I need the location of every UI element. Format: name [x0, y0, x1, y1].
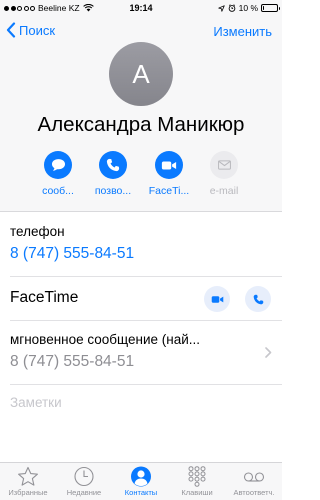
facetime-action-button[interactable]: FaceTi... [141, 151, 197, 197]
contact-header: Beeline KZ 19:14 10 % Поиск Изменить A А… [0, 0, 282, 212]
status-right: 10 % [217, 3, 280, 13]
video-icon [161, 161, 177, 169]
back-button[interactable]: Поиск [6, 22, 55, 38]
battery-percent: 10 % [238, 3, 258, 13]
back-label: Поиск [19, 22, 56, 38]
facetime-video-button[interactable] [204, 286, 230, 312]
contact-name: Александра Маникюр [37, 113, 245, 136]
phone-label: телефон [10, 224, 65, 239]
notes-row[interactable]: Заметки [0, 385, 282, 455]
tab-voicemail[interactable]: Автоответч. [226, 466, 282, 497]
tab-contacts-label: Контакты [124, 488, 158, 497]
clock-icon [74, 466, 94, 487]
chevron-left-icon [6, 22, 16, 38]
edit-button[interactable]: Изменить [213, 24, 272, 39]
tab-contacts[interactable]: Контакты [113, 466, 169, 497]
keypad-icon [188, 466, 206, 487]
email-button-label: e-mail [209, 185, 239, 197]
chevron-right-icon [265, 347, 272, 358]
tab-favorites-label: Избранные [8, 488, 48, 497]
phone-number[interactable]: 8 (747) 555-84-51 [10, 245, 134, 263]
message-button[interactable]: сооб... [30, 151, 86, 197]
video-icon [211, 295, 223, 303]
voicemail-icon [243, 472, 265, 482]
tab-recents[interactable]: Недавние [56, 466, 112, 497]
alarm-icon [228, 4, 235, 12]
message-button-label: сооб... [42, 185, 74, 197]
tab-keypad[interactable]: Клавиши [169, 466, 225, 497]
action-buttons: сооб... позво... FaceTi... e-mail [0, 151, 282, 207]
call-button-label: позво... [94, 185, 132, 197]
phone-icon [106, 158, 120, 172]
tab-voicemail-label: Автоответч. [233, 488, 275, 497]
facetime-label: FaceTime [10, 289, 79, 306]
notes-field[interactable]: Заметки [10, 395, 62, 410]
instant-message-value: 8 (747) 555-84-51 [10, 353, 135, 370]
tab-recents-label: Недавние [66, 488, 102, 497]
tab-keypad-label: Клавиши [181, 488, 213, 497]
instant-message-label: мгновенное сообщение (най... [10, 332, 200, 347]
person-icon [131, 466, 151, 487]
facetime-action-label: FaceTi... [148, 185, 190, 197]
navigation-bar: Поиск Изменить [0, 20, 282, 44]
battery-level [263, 6, 265, 10]
instant-message-row[interactable]: мгновенное сообщение (най... 8 (747) 555… [0, 321, 282, 385]
email-button: e-mail [196, 151, 252, 197]
star-icon [18, 466, 38, 486]
message-icon [51, 159, 65, 171]
facetime-audio-button[interactable] [245, 286, 271, 312]
tab-favorites[interactable]: Избранные [0, 466, 56, 497]
avatar: A [109, 42, 173, 106]
call-button[interactable]: позво... [85, 151, 141, 197]
location-arrow-icon [217, 4, 225, 12]
battery-icon [261, 4, 280, 12]
status-bar: Beeline KZ 19:14 10 % [0, 0, 282, 16]
mail-icon [217, 160, 231, 170]
tab-bar: Избранные Недавние Контакты Клавиши Авто… [0, 462, 282, 500]
phone-row[interactable]: телефон 8 (747) 555-84-51 [0, 213, 282, 277]
phone-icon [253, 294, 263, 304]
facetime-row: FaceTime [0, 277, 282, 321]
